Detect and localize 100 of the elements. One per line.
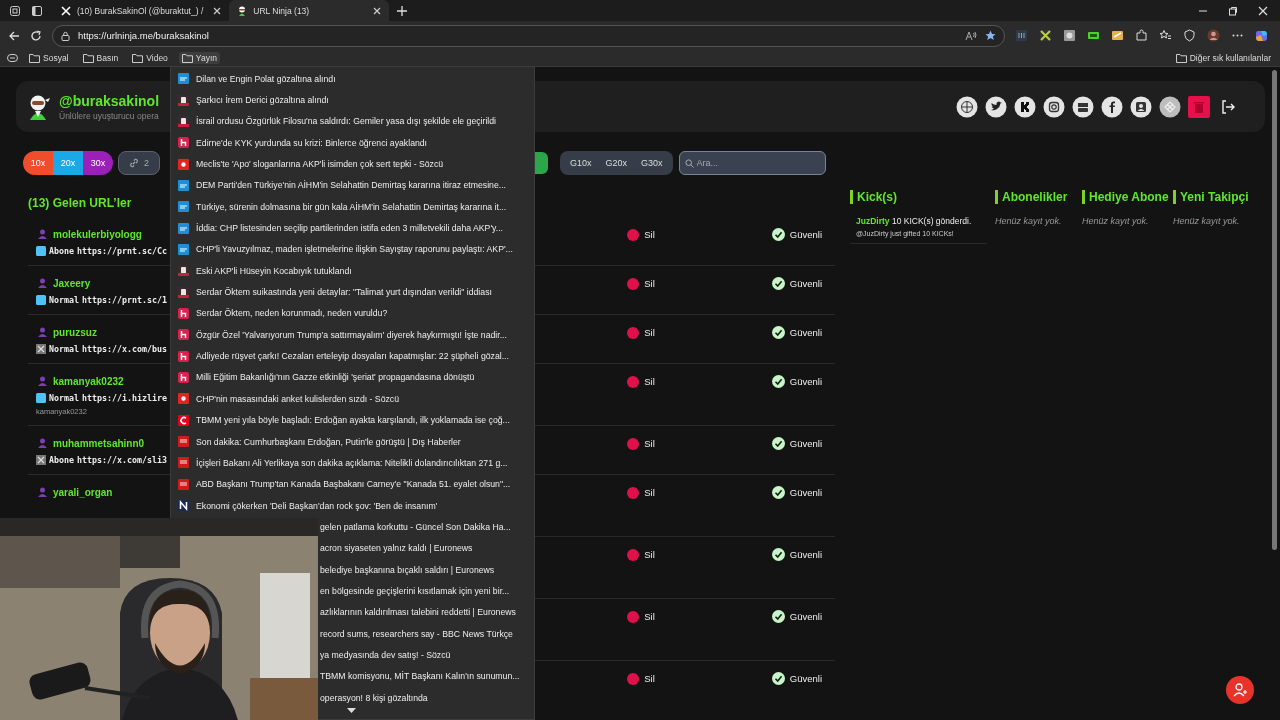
bookmark-item[interactable]: Serdar Öktem, neden korunmadı, neden vuruldu? (171, 302, 534, 325)
bookmark-item[interactable]: operasyon! 8 kişi gözaltında (318, 686, 534, 709)
delete-button[interactable]: Sil (627, 672, 655, 685)
extension-icon[interactable] (1087, 29, 1100, 42)
bookmark-item[interactable]: ABD Başkanı Trump'tan Kanada Başbakanı Carney'e "Kanada 51. eyalet olsun"... (171, 473, 534, 495)
delete-button[interactable]: Sil (627, 437, 655, 450)
gift-filter-button[interactable]: G20x (598, 151, 635, 175)
bookmark-item[interactable]: en bölgesinde geçişlerini kısıtlamak için yeni bir... (318, 580, 534, 602)
back-icon[interactable] (8, 29, 20, 42)
bookmark-item[interactable]: gelen patlama korkuttu - Güncel Son Dakika Ha... (318, 516, 534, 538)
read-aloud-icon[interactable] (965, 30, 977, 41)
close-icon[interactable] (1258, 5, 1268, 16)
profile-button[interactable] (1226, 676, 1254, 704)
url-link[interactable]: https://prnt.sc/Cc (77, 246, 167, 256)
bookmark-folder[interactable]: Video (129, 52, 171, 64)
url-link[interactable]: https://x.com/bus (82, 344, 167, 354)
delete-button[interactable]: Sil (627, 375, 655, 388)
multiplier-button[interactable]: 30x (83, 151, 113, 175)
address-bar[interactable]: https://urlninja.me/buraksakinol (52, 24, 1005, 47)
bird-icon[interactable] (985, 95, 1007, 118)
gift-filter-button[interactable]: G10x (563, 151, 599, 175)
delete-button[interactable]: Sil (627, 486, 655, 499)
copilot-icon[interactable] (1255, 29, 1268, 42)
trash-icon[interactable] (1188, 95, 1210, 118)
kick-logo-icon[interactable] (1014, 95, 1036, 118)
browser-tab[interactable]: URL Ninja (13) (229, 0, 390, 21)
bookmark-item[interactable]: record sums, researchers say - BBC News Türkçe (318, 622, 534, 645)
delete-button[interactable]: Sil (627, 228, 655, 241)
portrait-icon[interactable] (1130, 95, 1152, 118)
star-icon[interactable] (985, 30, 996, 41)
bookmark-item[interactable]: İddia: CHP listesinden seçilip partilerinden istifa eden 3 milletvekili daha AKP'y... (171, 217, 534, 239)
close-icon[interactable] (213, 6, 222, 15)
delete-button[interactable]: Sil (627, 277, 655, 290)
restore-icon[interactable] (1228, 5, 1238, 16)
collections-icon[interactable] (7, 54, 18, 62)
bookmark-item[interactable]: Eski AKP'li Hüseyin Kocabıyık tutuklandı (171, 260, 534, 282)
bookmark-item[interactable]: İsrail ordusu Özgürlük Filosu'na saldırdı: Gemiler yasa dışı şekilde ele geçirildi (171, 110, 534, 133)
bookmark-item[interactable]: TBMM komisyonu, MİT Başkanı Kalın'ın sunumun... (318, 665, 534, 687)
shield-icon[interactable] (1183, 29, 1196, 42)
url-link[interactable]: https://i.hizlire (82, 393, 167, 403)
avatar-icon[interactable] (1207, 29, 1220, 42)
bookmark-item[interactable]: Meclis'te 'Apo' sloganlarına AKP'li isimden çok sert tepki - Sözcü (171, 153, 534, 175)
bookmark-item[interactable]: TBMM yeni yıla böyle başladı: Erdoğan ayakta karşılandı, ilk yoklamada ise çoğ... (171, 409, 534, 431)
search-field[interactable]: Ara... (678, 151, 826, 175)
browser-tab[interactable]: (10) BurakSakinOl (@buraktut_) / (53, 0, 230, 21)
delete-button[interactable]: Sil (627, 548, 655, 561)
tab-actions-icon[interactable] (31, 4, 43, 17)
bookmark-item[interactable]: belediye başkanına bıçaklı saldırı | Euronews (318, 558, 534, 581)
video-icon[interactable] (1072, 95, 1094, 118)
dot-icon (627, 277, 640, 290)
bookmark-item[interactable]: azlıklarının kaldırılması talebini reddetti | Euronews (318, 601, 534, 623)
pattern-icon[interactable] (1159, 95, 1181, 118)
favorites-icon[interactable] (1159, 29, 1172, 42)
link-count-chip[interactable]: 2 (118, 151, 160, 175)
bookmark-item[interactable]: Serdar Öktem suikastında yeni detaylar: "Talimat yurt dışından verildi" iddiası (171, 281, 534, 303)
close-icon[interactable] (373, 6, 382, 15)
new-tab-icon[interactable] (397, 5, 408, 16)
workspaces-icon[interactable] (9, 4, 21, 17)
bookmark-item[interactable]: Milli Eğitim Bakanlığı'nın Gazze etkinliği 'şeriat' propagandasına dönüştü (171, 366, 534, 389)
check-icon (771, 548, 785, 561)
folder-icon (82, 53, 94, 63)
bookmark-folder[interactable]: Diğer sık kullanılanlar (1172, 52, 1274, 64)
delete-button[interactable]: Sil (627, 326, 655, 339)
bookmark-item[interactable]: Dilan ve Engin Polat gözaltına alındı (171, 68, 534, 90)
site-icon (178, 307, 189, 319)
multiplier-button[interactable]: 10x (23, 151, 53, 175)
bookmark-item[interactable]: ya medyasında dev satış! - Sözcü (318, 644, 534, 666)
delete-button[interactable]: Sil (627, 610, 655, 623)
scroll-down-icon[interactable] (347, 708, 356, 713)
bookmark-item[interactable]: acron siyaseten yalnız kaldı | Euronews (318, 537, 534, 559)
camera-icon[interactable] (1043, 95, 1065, 118)
bookmark-item[interactable]: Özgür Özel 'Yalvarıyorum Trump'a sattırmayalım' diyerek haykırmıştı! İşte nadir... (171, 324, 534, 346)
safe-status: Güvenli (771, 228, 822, 241)
facebook-icon[interactable] (1101, 95, 1123, 118)
gift-filter-button[interactable]: G30x (634, 151, 670, 175)
bookmark-item[interactable]: Ekonomi çökerken 'Deli Başkan'dan rock şov: 'Ben de insanım' (171, 494, 534, 517)
url-type: Abone (49, 455, 74, 465)
bookmark-folder[interactable]: Basın (79, 52, 122, 64)
bookmark-folder[interactable]: Sosyal (26, 52, 72, 64)
extension-icon[interactable] (1015, 29, 1028, 42)
extension-icon[interactable] (1111, 29, 1124, 42)
profile-handle: @buraksakinol (59, 92, 160, 109)
bookmark-item[interactable]: Son dakika: Cumhurbaşkanı Erdoğan, Putin'le görüştü | Dış Haberler (171, 430, 534, 453)
dot-icon (627, 375, 640, 388)
bookmark-item[interactable]: İçişleri Bakanı Ali Yerlikaya son dakika açıklama: Nitelikli dolandırıcılıktan 271 g... (171, 452, 534, 474)
bookmark-item[interactable]: CHP'li Yavuzyılmaz, maden işletmelerine ilişkin Sayıştay raporunu paylaştı: AKP'... (171, 238, 534, 261)
extension-icon[interactable] (1039, 29, 1052, 42)
dot-icon (627, 610, 640, 623)
bookmark-item[interactable]: Adliyede rüşvet çarkı! Cezaları erteleyip dosyaları kapatmışlar: 22 şüpheli gözal... (171, 345, 534, 367)
bookmark-item[interactable]: DEM Parti'den Türkiye'nin AİHM'in Selahattin Demirtaş kararına itiraz etmesine... (171, 174, 534, 197)
bookmark-item[interactable]: CHP'nin masasındaki anket kulislerden sızdı - Sözcü (171, 388, 534, 410)
bookmark-item[interactable]: Türkiye, sürenin dolmasına bir gün kala AİHM'in Selahattin Demirtaş kararına it... (171, 196, 534, 218)
bookmark-item[interactable]: Edirne'de KYK yurdunda su krizi: Binlerce öğrenci ayaklandı (171, 132, 534, 154)
bookmark-folder[interactable]: Yayın (178, 52, 220, 64)
site-icon (178, 201, 189, 213)
extension-icon[interactable] (1063, 29, 1076, 42)
bookmark-item[interactable]: Şarkıcı İrem Derici gözaltına alındı (171, 89, 534, 111)
url-link[interactable]: https://x.com/sli3 (77, 455, 167, 465)
reload-icon[interactable] (30, 29, 42, 42)
url-link[interactable]: https://prnt.sc/1 (82, 295, 167, 305)
